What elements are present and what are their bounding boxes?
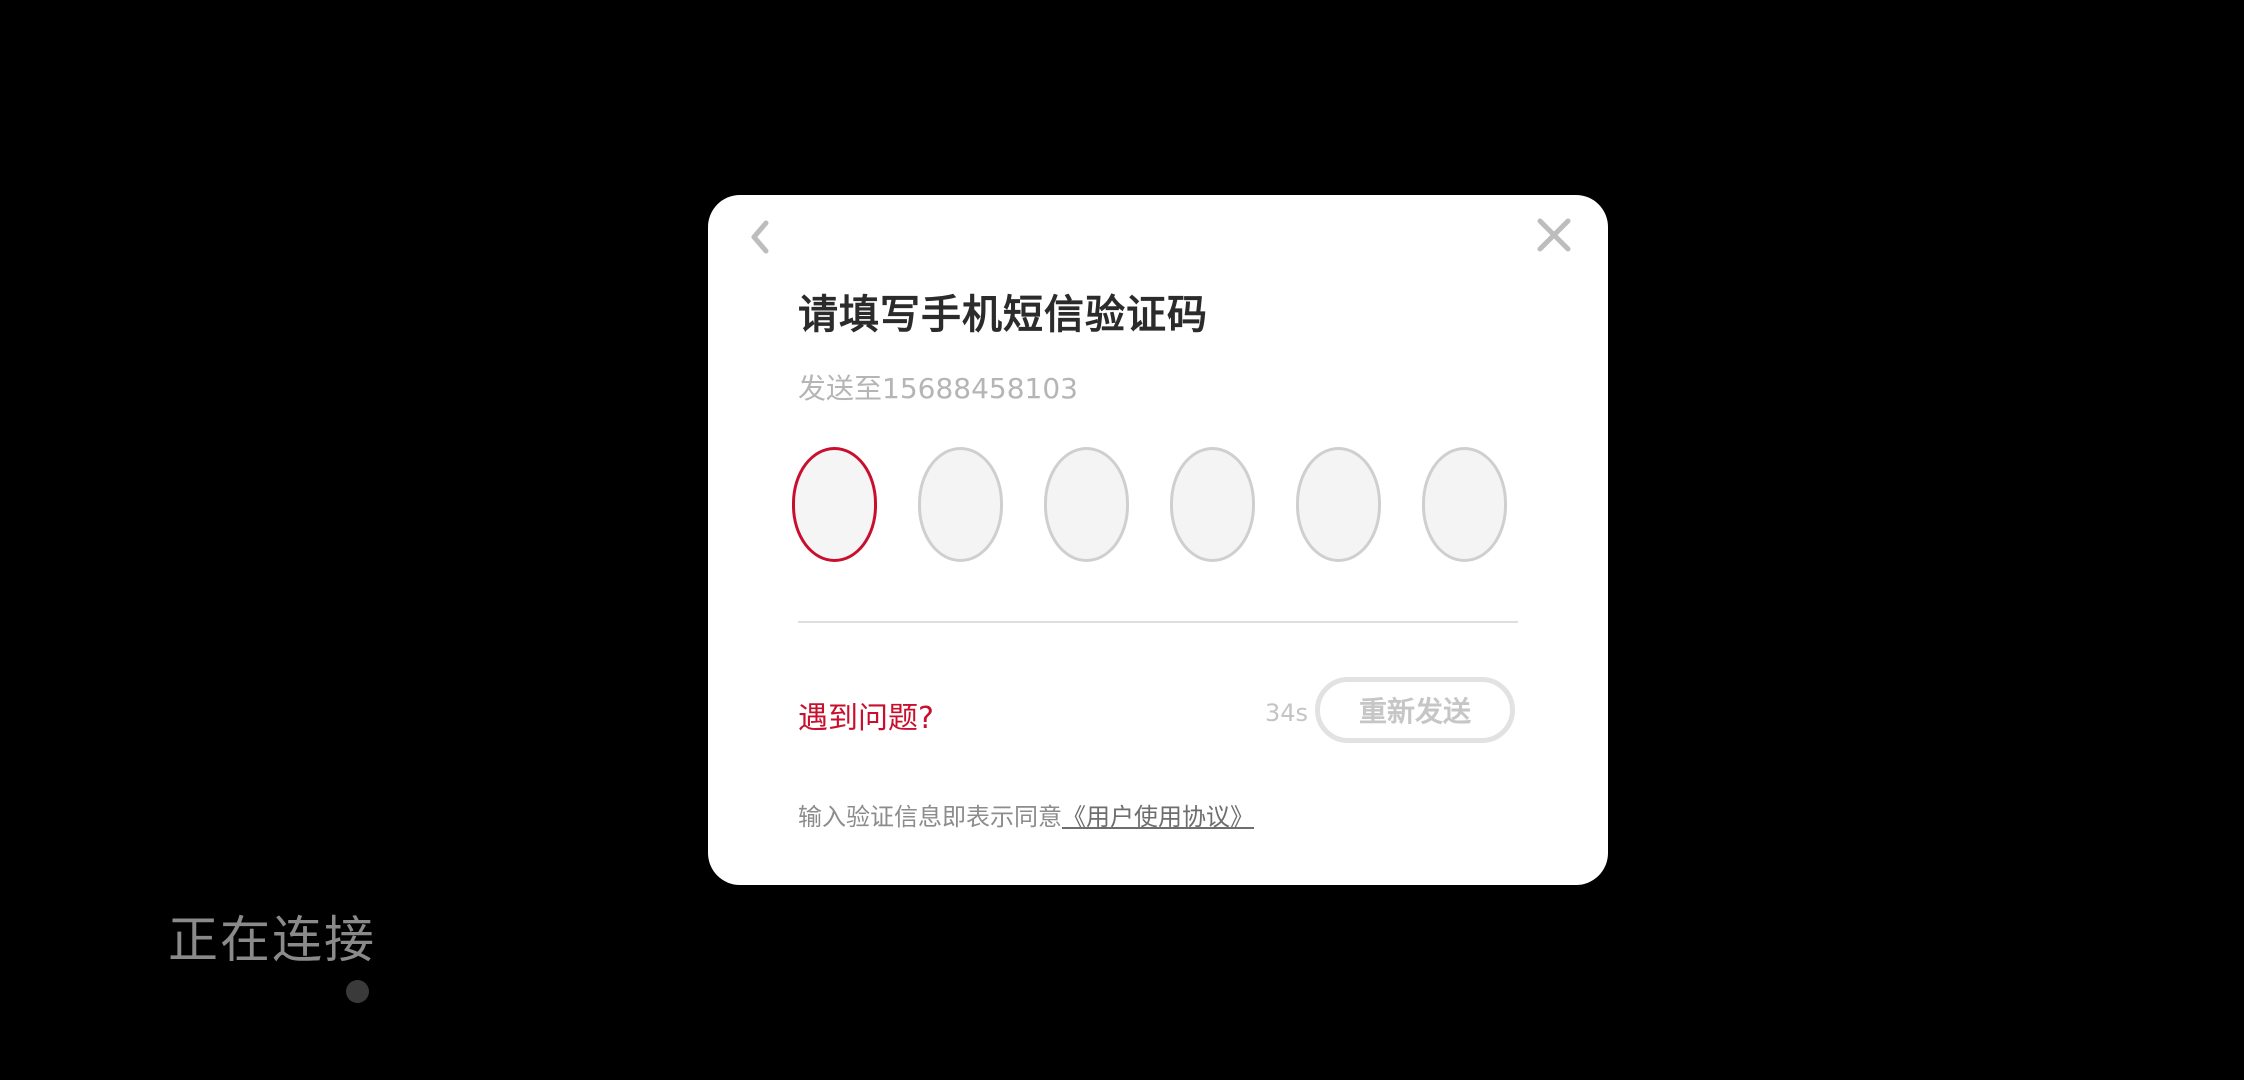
loading-indicator [346,980,369,1003]
app-screen: 正在连接 请填写手机短信验证码 发送至15688458103 遇到问题? 34s… [0,0,2244,1080]
phone-number-hint: 发送至15688458103 [798,372,1078,405]
agreement-prefix: 输入验证信息即表示同意 [798,803,1062,831]
divider [798,621,1518,623]
code-digit-input[interactable] [792,447,877,562]
code-digit-input[interactable] [1044,447,1129,562]
user-agreement-link[interactable]: 《用户使用协议》 [1062,803,1254,831]
chevron-left-icon [751,220,769,254]
code-digit-input[interactable] [1422,447,1507,562]
resend-button[interactable]: 重新发送 [1315,677,1515,743]
connecting-status: 正在连接 [168,911,376,969]
back-button[interactable] [738,215,782,259]
agreement-text: 输入验证信息即表示同意《用户使用协议》 [798,797,1254,832]
close-button[interactable] [1532,213,1576,257]
sms-verification-dialog: 请填写手机短信验证码 发送至15688458103 遇到问题? 34s 重新发送… [708,195,1608,885]
code-digit-input[interactable] [918,447,1003,562]
close-icon [1537,218,1571,252]
code-input-row [792,447,1522,567]
dialog-title: 请填写手机短信验证码 [798,292,1208,338]
code-digit-input[interactable] [1170,447,1255,562]
code-digit-input[interactable] [1296,447,1381,562]
resend-countdown: 34s [1265,699,1309,727]
help-link[interactable]: 遇到问题? [798,693,934,737]
